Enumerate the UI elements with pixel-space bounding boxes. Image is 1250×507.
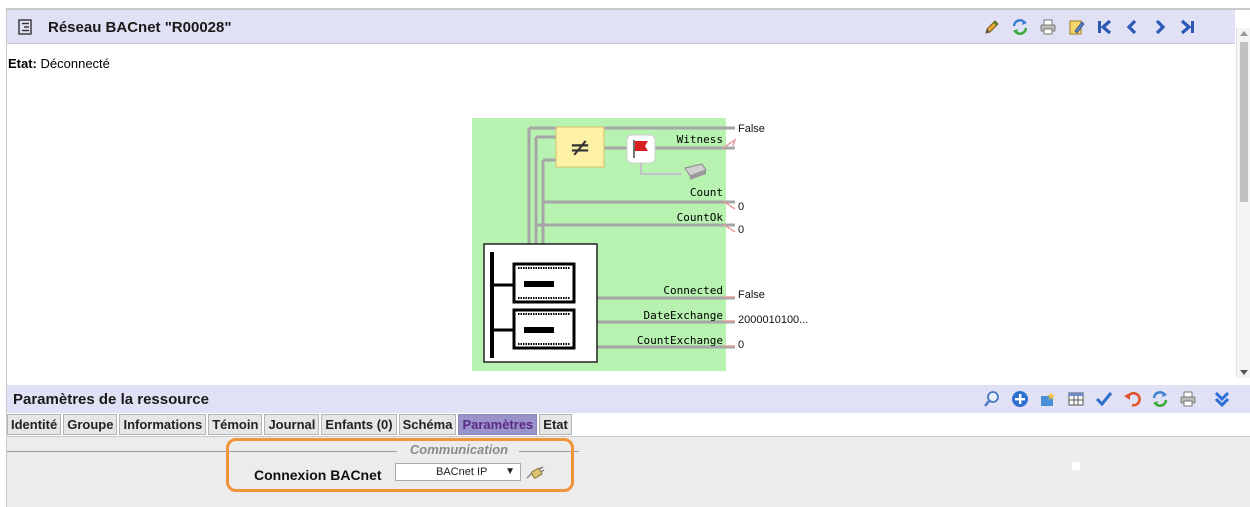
- pencil-icon[interactable]: [982, 17, 1002, 37]
- collapse-icon[interactable]: [1212, 389, 1232, 409]
- tab-temoin[interactable]: Témoin: [208, 414, 263, 435]
- refresh-icon[interactable]: [1010, 17, 1030, 37]
- window-header: Réseau BACnet "R00028": [7, 10, 1235, 44]
- tab-parametres[interactable]: Paramètres: [458, 414, 538, 435]
- output-label-dateexchange: DateExchange: [644, 309, 723, 322]
- output-value-countexchange: 0: [738, 339, 744, 351]
- plug-icon[interactable]: [525, 466, 545, 482]
- tab-journal[interactable]: Journal: [264, 414, 320, 435]
- connection-selected-value: BACnet IP: [436, 466, 488, 478]
- bacnet-schema-diagram: ≠ Witness Count CountOk Connected DateEx…: [472, 118, 808, 371]
- tab-groupe[interactable]: Groupe: [63, 414, 118, 435]
- next-icon[interactable]: [1150, 17, 1170, 37]
- undo-icon[interactable]: [1122, 389, 1142, 409]
- placeholder-square: [1072, 462, 1080, 470]
- connection-status: Etat: Déconnecté: [8, 56, 110, 71]
- params-panel-title: Paramètres de la ressource: [13, 391, 209, 408]
- validate-icon[interactable]: [1094, 389, 1114, 409]
- tree-icon[interactable]: [18, 19, 32, 35]
- connection-label: Connexion BACnet: [254, 467, 382, 483]
- params-toolbar: [982, 389, 1232, 409]
- table-icon[interactable]: [1066, 389, 1086, 409]
- params-tabs: Identité Groupe Informations Témoin Jour…: [7, 414, 572, 435]
- edit-document-icon[interactable]: [1066, 17, 1086, 37]
- params-content: Communication Connexion BACnet BACnet IP…: [7, 436, 1250, 507]
- refresh-icon[interactable]: [1150, 389, 1170, 409]
- output-value-dateexchange: 2000010100...: [738, 314, 808, 326]
- status-label: Etat:: [8, 56, 37, 71]
- status-value: Déconnecté: [40, 56, 110, 71]
- search-icon[interactable]: [982, 389, 1002, 409]
- output-value-count: 0: [738, 201, 744, 213]
- bacnet-device-block[interactable]: [483, 243, 598, 363]
- header-toolbar: [982, 17, 1198, 37]
- output-label-witness: Witness: [677, 133, 723, 146]
- scroll-down-arrow-icon[interactable]: [1240, 370, 1248, 375]
- output-value-witness: False: [738, 123, 765, 135]
- output-label-connected: Connected: [663, 284, 723, 297]
- alarm-flag-icon[interactable]: [626, 134, 656, 164]
- section-legend: Communication: [409, 442, 509, 457]
- section-divider-right: [519, 451, 579, 452]
- not-equal-symbol: ≠: [569, 133, 591, 163]
- tab-informations[interactable]: Informations: [119, 414, 207, 435]
- first-icon[interactable]: [1094, 17, 1114, 37]
- output-value-countok: 0: [738, 224, 744, 236]
- params-panel-header: Paramètres de la ressource: [7, 385, 1250, 413]
- connection-select[interactable]: BACnet IP ▼: [395, 463, 521, 481]
- previous-icon[interactable]: [1122, 17, 1142, 37]
- effects-icon[interactable]: [1038, 389, 1058, 409]
- chevron-down-icon: ▼: [505, 466, 515, 477]
- scroll-up-arrow-icon[interactable]: [1240, 31, 1248, 36]
- add-icon[interactable]: [1010, 389, 1030, 409]
- scrollbar-thumb[interactable]: [1240, 42, 1248, 202]
- tab-enfants[interactable]: Enfants (0): [321, 414, 397, 435]
- tab-identite[interactable]: Identité: [7, 414, 62, 435]
- section-divider-left: [7, 451, 397, 452]
- output-label-countexchange: CountExchange: [637, 334, 723, 347]
- vertical-scrollbar[interactable]: [1236, 28, 1250, 378]
- print-icon[interactable]: [1038, 17, 1058, 37]
- last-icon[interactable]: [1178, 17, 1198, 37]
- tab-etat[interactable]: Etat: [539, 414, 572, 435]
- tab-schema[interactable]: Schéma: [398, 414, 457, 435]
- print-icon[interactable]: [1178, 389, 1198, 409]
- window-title: Réseau BACnet "R00028": [48, 19, 232, 36]
- output-value-connected: False: [738, 289, 765, 301]
- output-label-count: Count: [690, 186, 723, 199]
- output-label-countok: CountOk: [677, 211, 724, 224]
